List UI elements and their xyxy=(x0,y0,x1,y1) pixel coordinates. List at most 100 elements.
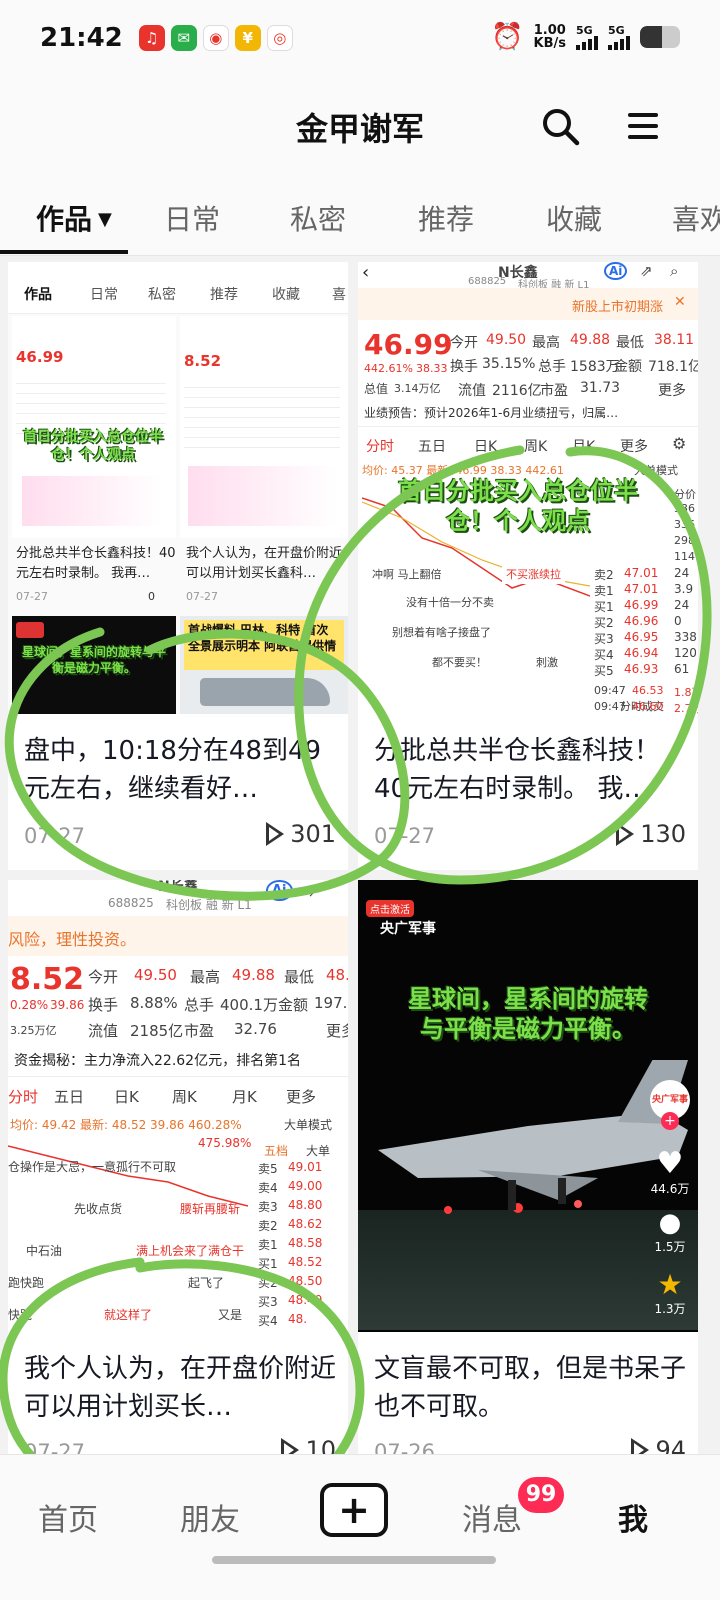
nav-me[interactable]: 我 xyxy=(618,1495,648,1539)
video-card-3[interactable]: N长鑫 688825 科创板 融 新 L1 Ai ⇗ 风险，理性投资。 8.52… xyxy=(8,880,348,1454)
video-card-2[interactable]: ‹ N长鑫 688825 科创板 融 新 L1 Ai ⇗ ⌕ 新股上市初期涨 ✕… xyxy=(358,262,698,870)
mini-tabs: 作品 日常 私密 推荐 收藏 喜 xyxy=(8,262,348,314)
live-comment: 没有十倍一分不卖 xyxy=(402,592,498,612)
search-icon[interactable] xyxy=(540,106,580,146)
comment-button: ● 1.5万 xyxy=(650,1208,690,1255)
value-amount: 718.1亿 xyxy=(648,359,698,375)
video-card-1[interactable]: 作品 日常 私密 推荐 收藏 喜 46.99 首日分批买入总仓位半仓！个人观点 … xyxy=(8,262,348,870)
live-comment: 别想着有啥子接盘了 xyxy=(388,622,495,642)
label-float: 流值 xyxy=(458,383,486,399)
signal-bars-icon xyxy=(576,35,598,50)
profile-tabs: 作品▼ 日常 私密 推荐 收藏 喜欢 xyxy=(0,176,720,256)
side-value: 298 xyxy=(674,534,695,547)
stock-code: 688825 xyxy=(108,896,154,910)
video-thumbnail[interactable]: 作品 日常 私密 推荐 收藏 喜 46.99 首日分批买入总仓位半仓！个人观点 … xyxy=(8,262,348,714)
avg-line: 均价: 49.42 最新: 48.52 39.86 460.28% xyxy=(10,1118,242,1132)
tick-price: 46.60 xyxy=(632,700,664,713)
video-card-4[interactable]: 点击激活 央广军事 星球间，星系间的旋转与平衡是磁力平衡。 央广军事 + ♥ 4… xyxy=(358,880,698,1454)
play-count: 10 xyxy=(281,1436,336,1454)
video-thumbnail[interactable]: 点击激活 央广军事 星球间，星系间的旋转与平衡是磁力平衡。 央广军事 + ♥ 4… xyxy=(358,880,698,1332)
video-caption: 文盲最不可取，但是书呆子也不可取。 xyxy=(374,1354,687,1422)
menu-icon[interactable] xyxy=(626,110,660,142)
forecast-text: 业绩预告：预计2026年1-6月业绩扭亏，归属… xyxy=(364,406,619,420)
play-icon xyxy=(281,1438,300,1454)
order-book-vol: 61 xyxy=(674,662,690,676)
nav-friends[interactable]: 朋友 xyxy=(180,1495,240,1539)
nav-home[interactable]: 首页 xyxy=(38,1495,98,1539)
risk-notice-text: 风险，理性投资。 xyxy=(8,930,137,949)
live-comment: 不买涨续拉 xyxy=(502,564,565,584)
chart-tabs: 分时 五日 日K 周K 月K 更多 xyxy=(8,1084,348,1108)
tab-likes[interactable]: 喜欢 xyxy=(672,198,720,238)
divider xyxy=(8,1076,348,1077)
nested-overlay-text: 星球间，星系间的旋转与平衡是磁力平衡。 xyxy=(22,645,167,675)
value-mcap: 3.25万亿 xyxy=(10,1024,57,1037)
activate-badge: 点击激活 xyxy=(366,900,414,917)
live-comments: 冲啊 马上翻倍 不买涨续拉 没有十倍一分不卖 别想着有啥子接盘了 都不要买！ 刺… xyxy=(362,562,590,682)
nested-plays: 0 xyxy=(148,590,155,603)
label-amount: 金额 xyxy=(278,996,309,1014)
stock-change-abs: 39.86 xyxy=(50,998,85,1012)
share-icon: ⇗ xyxy=(306,880,322,901)
qq-music-icon: ♫ xyxy=(138,25,165,51)
order-book-vol: 338 xyxy=(674,630,697,644)
order-book-price: 48.49 xyxy=(288,1293,323,1307)
app-screen: 21:42 ♫ ✉ ◉ ¥ ◎ ⏰ 1.00 KB/s 5G 5G 金甲谢军 作… xyxy=(0,0,720,1600)
divider xyxy=(358,426,698,427)
nav-messages[interactable]: 消息 xyxy=(462,1495,522,1539)
chart-tab: 分时 xyxy=(366,439,394,455)
tab-works-label: 作品 xyxy=(36,203,93,236)
status-app-icons: ♫ ✉ ◉ ¥ ◎ xyxy=(138,25,293,51)
tab-daily[interactable]: 日常 xyxy=(164,198,220,238)
play-count: 301 xyxy=(266,820,336,848)
tick-vol: 1.8万 xyxy=(674,686,698,699)
stock-change-pct: 442.61% xyxy=(364,362,413,375)
order-book: 分价 536 336 298 114 卖2 47.01 24 卖1 47.01 3.9 买1… xyxy=(594,482,698,713)
label-open: 今开 xyxy=(88,968,119,986)
ipo-notice: 新股上市初期涨 ✕ xyxy=(358,288,698,320)
value-low: 48. xyxy=(326,966,348,984)
order-book-price: 46.96 xyxy=(624,614,659,628)
tick-time: 09:47 xyxy=(594,684,626,697)
stock-code: 688825 xyxy=(468,276,507,287)
chart-tab: 周K xyxy=(524,439,548,455)
order-book-label: 卖1 xyxy=(594,584,614,598)
plus-icon: + xyxy=(338,1488,370,1532)
comment-count: 1.5万 xyxy=(654,1240,686,1254)
live-comment: 起飞了 xyxy=(188,1276,225,1290)
play-icon xyxy=(266,822,285,846)
tab-recommend[interactable]: 推荐 xyxy=(418,198,474,238)
play-icon xyxy=(616,822,635,846)
nested-thumb-news: 首战爆料 巴林、科特 首次全景展示明本 阿联酋提供情 xyxy=(180,616,348,714)
tab-works[interactable]: 作品 ▼ xyxy=(36,198,112,238)
mini-tab: 日常 xyxy=(90,287,118,303)
tab-favorites[interactable]: 收藏 xyxy=(546,198,602,238)
five-label: 五档 xyxy=(264,1144,289,1158)
close-icon: ✕ xyxy=(674,294,686,310)
video-thumbnail[interactable]: ‹ N长鑫 688825 科创板 融 新 L1 Ai ⇗ ⌕ 新股上市初期涨 ✕… xyxy=(358,262,698,714)
live-comment: 又是 xyxy=(218,1308,243,1322)
nested-chart xyxy=(184,378,340,448)
big-label: 大单 xyxy=(306,1144,331,1158)
mini-tab: 收藏 xyxy=(272,287,300,303)
order-book-vol: 0 xyxy=(674,614,682,628)
live-comments: 仓操作是大忌，一意孤行不可取 先收点货 腰斩再腰斩 中石油 满上机会来了满仓干 … xyxy=(8,1156,258,1332)
net-speed: 1.00 KB/s xyxy=(534,24,566,50)
bottom-nav: 首页 朋友 + 消息 99 我 xyxy=(0,1454,720,1600)
chart-tab: 更多 xyxy=(620,439,648,455)
home-indicator[interactable] xyxy=(212,1556,496,1564)
battery-level xyxy=(640,26,662,48)
video-thumbnail[interactable]: N长鑫 688825 科创板 融 新 L1 Ai ⇗ 风险，理性投资。 8.52… xyxy=(8,880,348,1332)
create-button[interactable]: + xyxy=(320,1483,388,1537)
video-overlay-text: 星球间，星系间的旋转与平衡是磁力平衡。 xyxy=(408,985,648,1043)
live-comment: 就这样了 xyxy=(104,1308,153,1322)
chart-tabs: 分时 五日 日K 周K 月K 更多 ⚙ xyxy=(358,432,698,456)
tab-private[interactable]: 私密 xyxy=(290,198,346,238)
gear-icon: ⚙ xyxy=(672,434,687,453)
map-icon: ◉ xyxy=(202,25,229,51)
order-book-label: 卖3 xyxy=(258,1200,278,1214)
order-book-label: 买2 xyxy=(258,1276,278,1290)
heart-icon: ♥ xyxy=(656,1146,684,1181)
order-book-price: 48.62 xyxy=(288,1217,323,1231)
chart-tab: 分时 xyxy=(8,1088,39,1106)
